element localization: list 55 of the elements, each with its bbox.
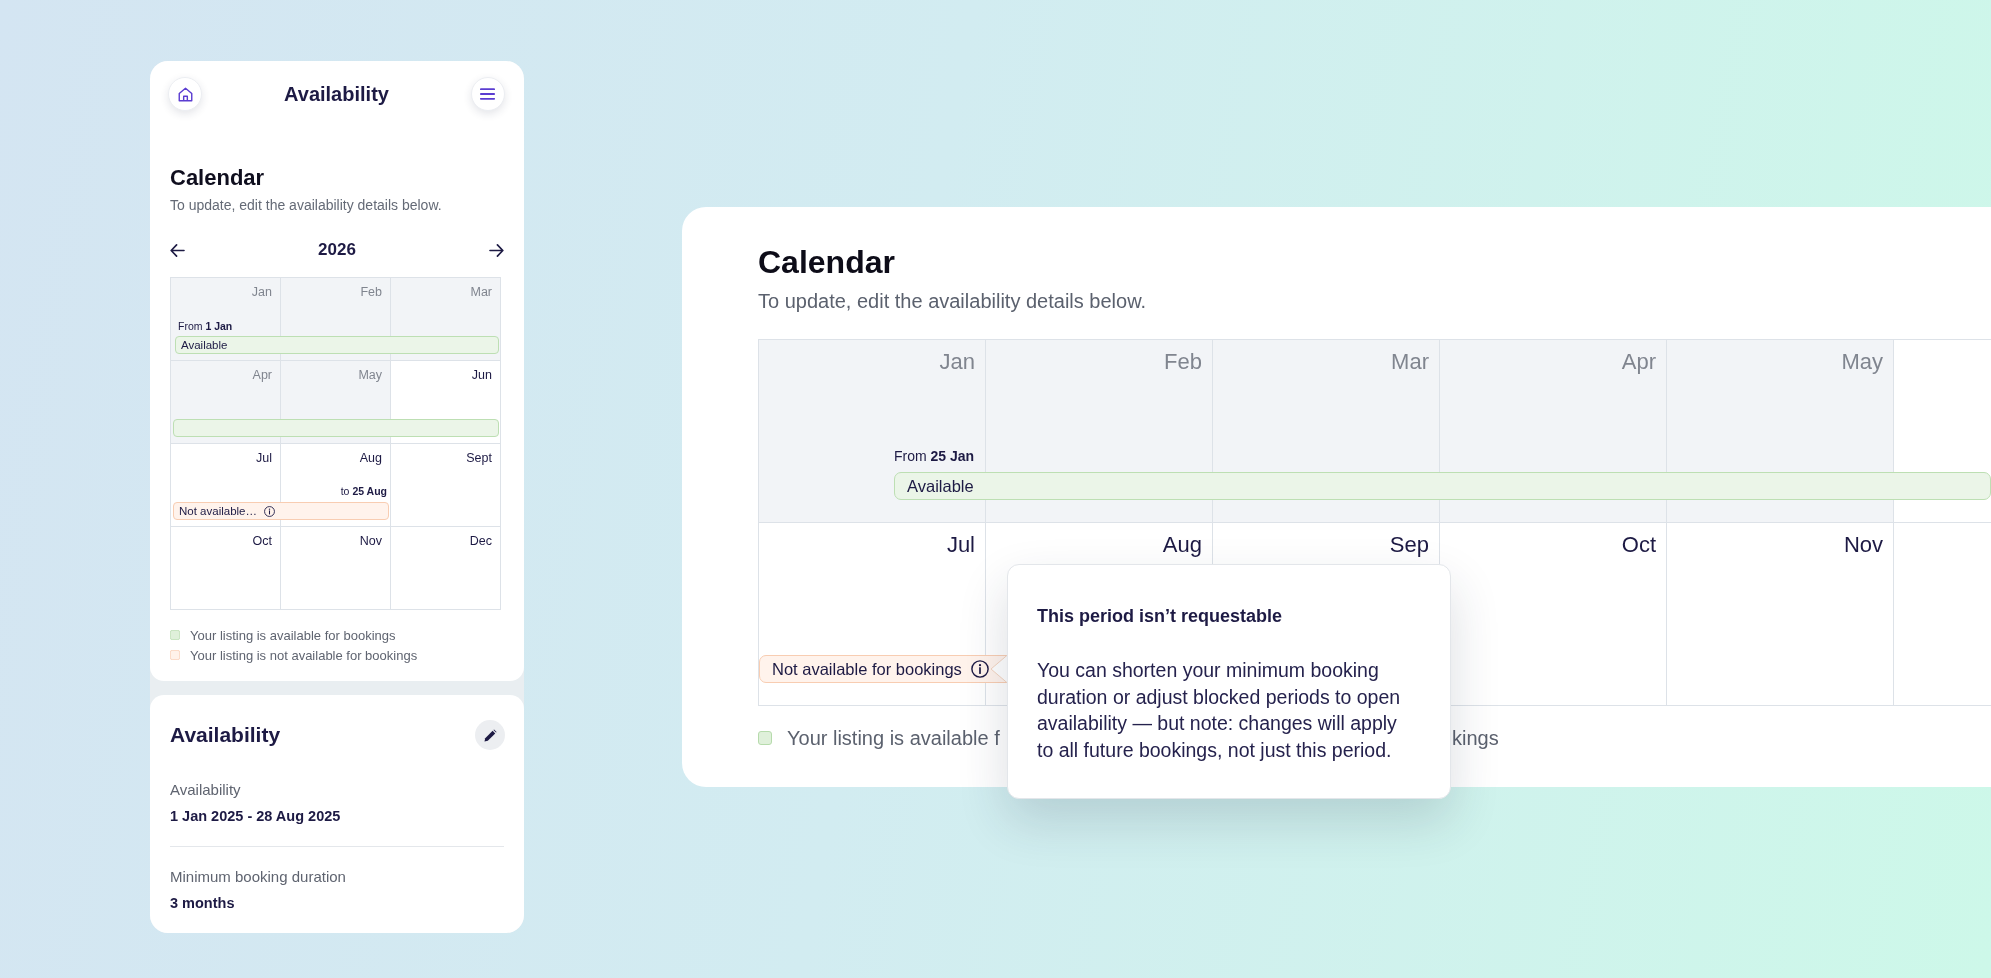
legend-label: Your listing is available for bookings (190, 627, 396, 643)
month-label: Feb (360, 284, 383, 300)
next-year-button[interactable] (489, 243, 504, 257)
month-label: Apr (252, 367, 273, 383)
home-button[interactable] (168, 77, 202, 111)
month-label: Nov (1843, 531, 1884, 559)
month-label: Sep (1389, 531, 1430, 559)
tooltip-title: This period isn’t requestable (1037, 605, 1284, 627)
year-label: 2026 (318, 240, 356, 260)
month-label: Jan (939, 348, 976, 376)
month-label: Dec (469, 533, 493, 549)
section-title: Calendar (170, 165, 266, 191)
month-label: Oct (1621, 531, 1657, 559)
field-value: 1 Jan 2025 - 28 Aug 2025 (170, 807, 342, 825)
month-label: Jul (256, 450, 273, 466)
field-label: Availability (170, 781, 242, 799)
arrow-right-icon (489, 243, 504, 257)
month-label: Mar (470, 284, 493, 300)
section-title: Availability (170, 723, 281, 747)
month-label: May (358, 367, 383, 383)
period-caption: to 25 Aug (340, 485, 387, 498)
month-label: Sept (466, 450, 493, 466)
section-title: Calendar (758, 243, 896, 281)
month-label: Nov (359, 533, 383, 549)
available-period-bar: Available (894, 472, 1991, 500)
period-caption: From 25 Jan (894, 448, 975, 465)
period-caption: From 1 Jan (178, 320, 233, 333)
menu-icon (480, 88, 496, 100)
home-icon (177, 86, 193, 102)
month-label: Jun (471, 367, 493, 383)
menu-button[interactable] (471, 77, 505, 111)
page-title: Availability (284, 82, 389, 106)
legend-label: Your listing is available f (787, 726, 1000, 750)
pencil-icon (483, 728, 497, 742)
field-value: 3 months (170, 894, 236, 912)
month-label: Jan (251, 284, 273, 300)
month-label: Aug (359, 450, 383, 466)
previous-year-button[interactable] (170, 243, 185, 257)
month-label: Jul (946, 531, 976, 559)
month-label: May (1841, 348, 1884, 376)
month-label: Mar (1391, 348, 1430, 376)
unavailable-period-bar[interactable]: Not available… (173, 502, 389, 520)
legend-label: Your listing is not available for bookings (190, 647, 418, 663)
month-label: Apr (1621, 348, 1657, 376)
available-period-bar: Available (175, 336, 499, 354)
tooltip-text: You can shorten your minimum booking duration or adjust blocked periods to open availability — but note: changes will apply to all future bookings, not just this period. (1037, 658, 1402, 763)
legend-label: kings (1452, 726, 1499, 750)
month-label: Feb (1164, 348, 1203, 376)
section-subtitle: To update, edit the availability details below. (170, 196, 443, 214)
arrow-left-icon (170, 243, 185, 257)
month-label: Aug (1162, 531, 1203, 559)
edit-button[interactable] (475, 720, 505, 750)
field-label: Minimum booking duration (170, 868, 347, 886)
month-label: Oct (252, 533, 273, 549)
section-subtitle: To update, edit the availability details below. (758, 289, 1148, 313)
